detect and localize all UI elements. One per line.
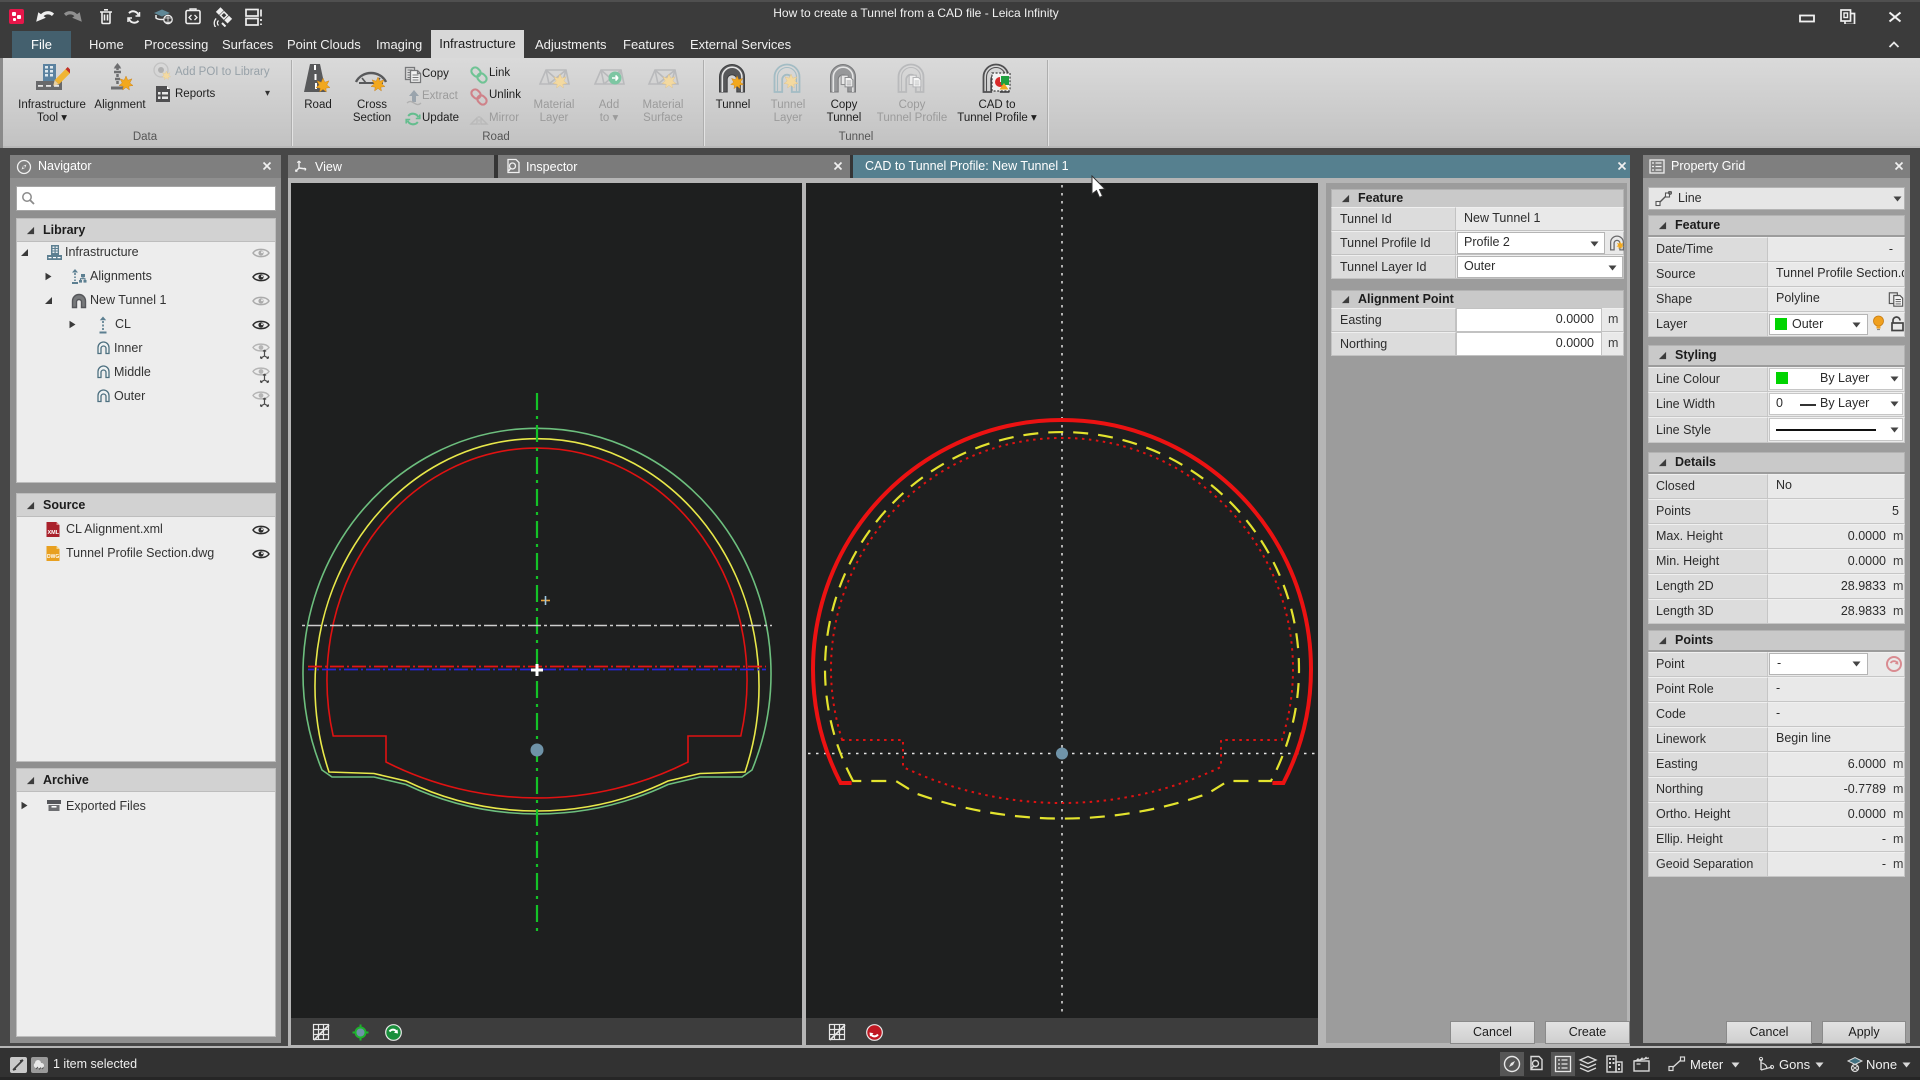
- svg-text:XML: XML: [48, 530, 60, 536]
- svg-text:DWG: DWG: [47, 554, 59, 560]
